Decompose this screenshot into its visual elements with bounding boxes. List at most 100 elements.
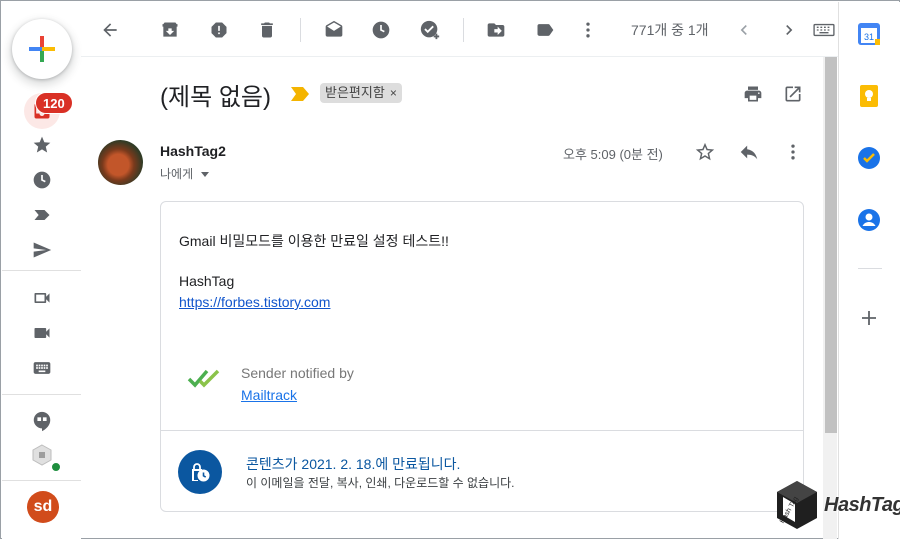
message-body-card: Gmail 비밀모드를 이용한 만료일 설정 테스트!! HashTag htt… [160,201,804,512]
contacts-app-button[interactable] [857,208,881,232]
sender-name[interactable]: HashTag2 [160,143,226,159]
message-timestamp: 오후 5:09 (0분 전) [563,147,663,162]
double-check-icon [187,369,220,388]
contacts-icon [858,209,880,231]
side-panel-divider [858,268,882,269]
rail-snoozed[interactable] [24,162,60,198]
gmail-window: 120 sd 771개 중 1개 31 (제목 없음) 받은편지함 × Hash… [0,0,900,539]
rail-hangouts[interactable] [24,403,60,439]
delete-icon [261,22,273,38]
inbox-unread-badge: 120 [35,92,73,114]
print-icon [744,86,762,102]
mark-unread-button[interactable] [316,12,352,48]
report-spam-button[interactable] [201,12,237,48]
rail-important[interactable] [24,197,60,233]
move-to-icon [487,23,505,37]
hashtag-logo-cube: Hash Tag [777,481,817,529]
reply-icon [740,145,758,160]
lock-clock-icon [192,463,210,482]
expiry-title: 콘텐츠가 2021. 2. 18.에 만료됩니다. [246,456,461,472]
inbox-label-chip: 받은편지함 × [320,83,402,103]
label-icon [34,210,50,220]
get-addons-button[interactable] [857,306,881,330]
rail-divider [2,480,81,481]
star-button[interactable] [692,139,718,165]
hashtag-watermark-text: HashTag [824,494,900,516]
pager-count: 771개 중 1개 [631,22,709,38]
body-text-line-2: HashTag [179,273,235,289]
scrollbar-thumb[interactable] [825,57,837,433]
rail-sent[interactable] [24,232,60,268]
archive-icon [162,22,178,37]
more-icon [586,22,590,38]
reply-button[interactable] [736,139,762,165]
calendar-app-button[interactable]: 31 [857,22,881,46]
body-text-line-1: Gmail 비밀모드를 이용한 만료일 설정 테스트!! [179,233,449,249]
card-divider [161,430,803,431]
add-task-button[interactable] [412,12,448,48]
tasks-app-button[interactable] [857,146,881,170]
move-to-button[interactable] [478,12,514,48]
meet-new-icon [34,293,50,303]
add-task-icon [420,20,440,40]
left-rail: 120 sd [2,2,81,539]
labels-button[interactable] [527,12,563,48]
chevron-down-icon [201,172,210,178]
labels-icon [537,24,554,36]
recipient-text: 나에게 [160,167,194,181]
clock-icon [33,171,51,189]
back-icon [103,23,117,37]
snooze-icon [372,21,390,39]
compose-button[interactable] [12,19,72,79]
rail-starred[interactable] [24,127,60,163]
mailtrack-notice: Sender notified by [241,365,354,381]
toolbar-separator [463,18,464,42]
report-spam-icon [211,22,227,38]
snooze-button[interactable] [363,12,399,48]
input-tools-button[interactable] [811,12,837,48]
chevron-right-icon [786,25,793,35]
mark-unread-icon [325,20,343,37]
meet-join-icon [34,328,50,338]
plus-icon [29,36,55,62]
recipient-details[interactable]: 나에게 [160,165,210,182]
star-outline-icon [695,142,715,161]
side-panel: 31 [838,2,900,539]
expiry-subtitle: 이 이메일을 전달, 복사, 인쇄, 다운로드할 수 없습니다. [246,476,515,490]
body-link[interactable]: https://forbes.tistory.com [179,294,330,310]
back-button[interactable] [92,12,128,48]
message-subject: (제목 없음) [160,84,271,111]
message-more-button[interactable] [780,139,806,165]
sender-avatar[interactable] [98,140,143,185]
calendar-icon: 31 [858,23,880,45]
keep-icon [860,85,878,107]
rail-join-meeting[interactable] [24,315,60,351]
open-in-new-icon [785,86,801,102]
rail-divider [2,394,81,395]
keep-app-button[interactable] [857,84,881,108]
calendar-day-text: 31 [864,32,874,42]
label-chip-text: 받은편지함 [325,85,385,100]
star-icon [33,136,51,153]
message-toolbar: 771개 중 1개 [81,2,838,57]
rail-new-meeting[interactable] [24,280,60,316]
mailtrack-link[interactable]: Mailtrack [241,387,297,403]
hangouts-icon [33,411,51,432]
profile-avatar[interactable]: sd [27,491,59,523]
importance-marker-icon[interactable] [291,87,309,101]
delete-button[interactable] [249,12,285,48]
remove-label-button[interactable]: × [390,86,397,100]
older-button[interactable] [771,12,807,48]
keyboard-icon [33,362,51,374]
tasks-icon [858,147,880,169]
input-tools-icon [813,23,835,37]
more-actions-button[interactable] [570,12,606,48]
expiry-icon [178,450,222,494]
newer-button[interactable] [726,12,762,48]
online-status-dot [50,461,62,473]
more-vert-icon [791,144,795,160]
archive-button[interactable] [152,12,188,48]
rail-keyboard[interactable] [24,350,60,386]
print-all-button[interactable] [740,81,766,107]
open-new-window-button[interactable] [780,81,806,107]
